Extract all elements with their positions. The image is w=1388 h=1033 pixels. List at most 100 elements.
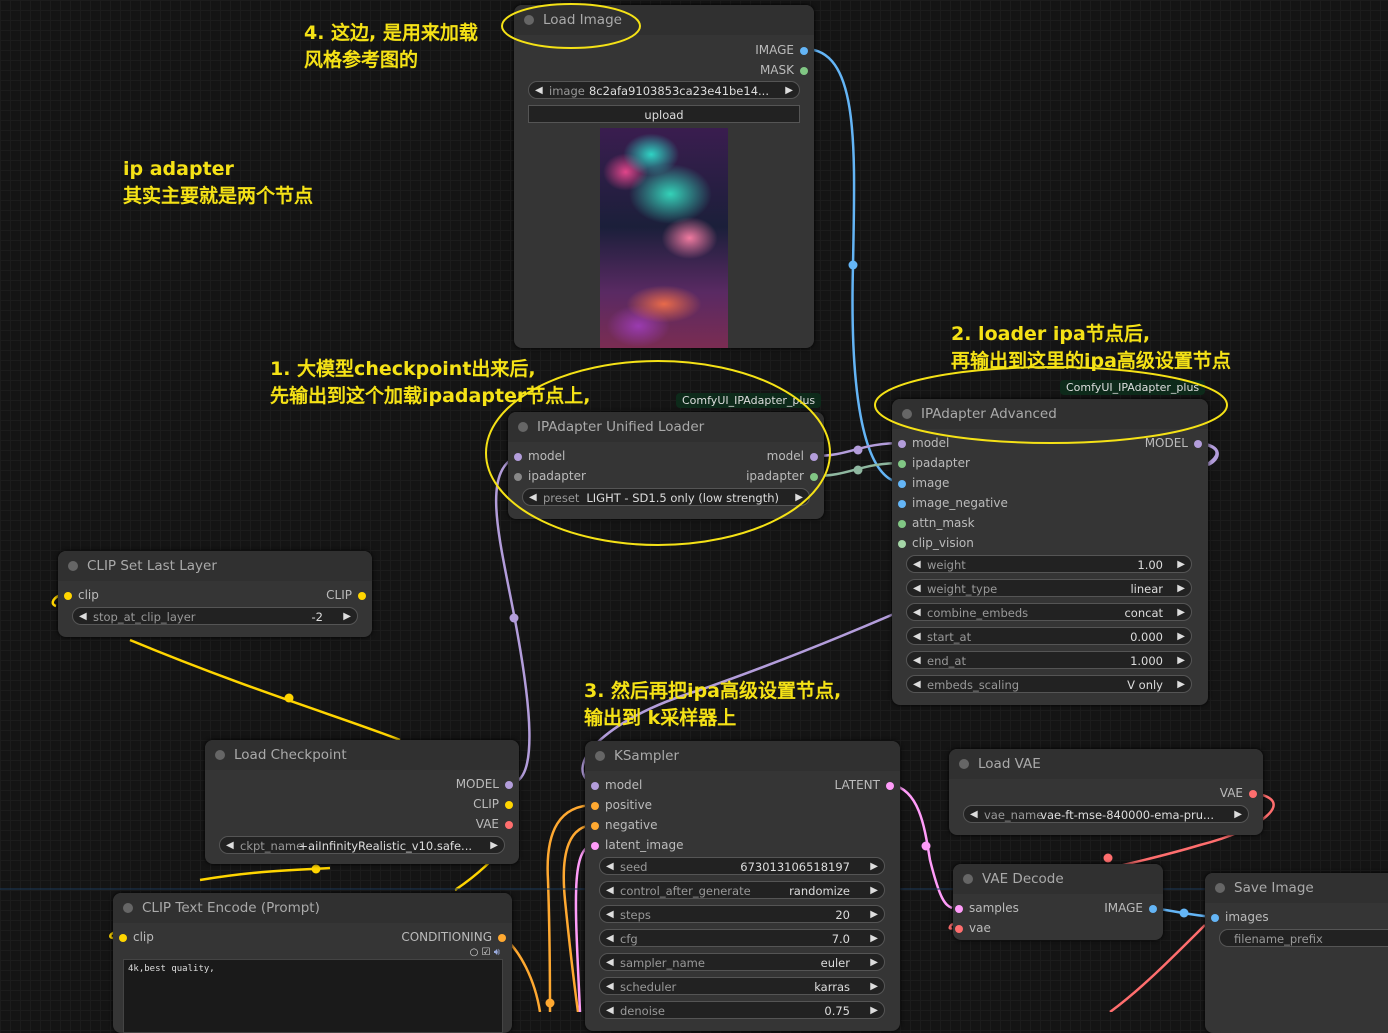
ksampler-node[interactable]: KSampler model positive negative latent_… [585, 741, 900, 1031]
sampler-name-widget[interactable]: ◀ sampler_name euler ▶ [599, 953, 885, 971]
arrow-left-icon[interactable]: ◀ [913, 580, 921, 598]
node-title-bar[interactable]: Load Checkpoint [205, 740, 519, 770]
node-title-bar[interactable]: Save Image [1205, 873, 1388, 903]
pin-dot-icon[interactable] [898, 499, 906, 508]
pin-dot-icon[interactable] [358, 591, 366, 600]
prompt-textarea[interactable]: 4k,best quality, [123, 959, 503, 1033]
node-title-bar[interactable]: Load Image [514, 5, 814, 35]
collapse-dot-icon[interactable] [68, 561, 78, 571]
input-latent-image[interactable]: latent_image [591, 837, 683, 853]
pin-dot-icon[interactable] [810, 452, 818, 461]
pin-dot-icon[interactable] [898, 479, 906, 488]
arrow-right-icon[interactable]: ▶ [870, 930, 878, 948]
output-mask[interactable]: MASK [760, 62, 808, 78]
ipadapter-unified-loader-node[interactable]: IPAdapter Unified Loader model ipadapter… [508, 412, 824, 519]
arrow-left-icon[interactable]: ◀ [529, 489, 537, 507]
arrow-left-icon[interactable]: ◀ [913, 628, 921, 646]
arrow-left-icon[interactable]: ◀ [913, 652, 921, 670]
arrow-left-icon[interactable]: ◀ [913, 604, 921, 622]
arrow-right-icon[interactable]: ▶ [1177, 676, 1185, 694]
arrow-left-icon[interactable]: ◀ [606, 1002, 614, 1020]
pin-dot-icon[interactable] [898, 439, 906, 448]
vae-name-combo[interactable]: ◀ vae_name vae-ft-mse-840000-ema-pru... ▶ [963, 805, 1249, 823]
pin-dot-icon[interactable] [800, 46, 808, 55]
input-clip-vision[interactable]: clip_vision [898, 535, 974, 551]
arrow-right-icon[interactable]: ▶ [870, 882, 878, 900]
pin-dot-icon[interactable] [119, 933, 127, 942]
arrow-left-icon[interactable]: ◀ [606, 906, 614, 924]
pin-dot-icon[interactable] [505, 820, 513, 829]
collapse-dot-icon[interactable] [1215, 883, 1225, 893]
stop-at-clip-layer-widget[interactable]: ◀ stop_at_clip_layer -2 ▶ [72, 607, 358, 625]
output-ipadapter[interactable]: ipadapter [746, 468, 818, 484]
embeds-scaling-widget[interactable]: ◀ embeds_scaling V only ▶ [906, 675, 1192, 693]
node-title-bar[interactable]: VAE Decode [953, 864, 1163, 894]
output-image[interactable]: IMAGE [755, 42, 808, 58]
pin-dot-icon[interactable] [886, 781, 894, 790]
arrow-right-icon[interactable]: ▶ [1177, 652, 1185, 670]
load-checkpoint-node[interactable]: Load Checkpoint MODEL CLIP VAE ◀ ckpt_nam… [205, 740, 519, 864]
input-model[interactable]: model [591, 777, 642, 793]
collapse-dot-icon[interactable] [123, 903, 133, 913]
arrow-left-icon[interactable]: ◀ [606, 882, 614, 900]
node-title-bar[interactable]: IPAdapter Unified Loader [508, 412, 824, 442]
clip-set-last-layer-node[interactable]: CLIP Set Last Layer clip CLIP ◀ stop_at_c… [58, 551, 372, 637]
arrow-right-icon[interactable]: ▶ [343, 608, 351, 626]
pin-dot-icon[interactable] [898, 519, 906, 528]
pin-dot-icon[interactable] [64, 591, 72, 600]
scheduler-widget[interactable]: ◀ scheduler karras ▶ [599, 977, 885, 995]
weight-type-widget[interactable]: ◀ weight_type linear ▶ [906, 579, 1192, 597]
arrow-right-icon[interactable]: ▶ [870, 1002, 878, 1020]
arrow-right-icon[interactable]: ▶ [870, 906, 878, 924]
arrow-left-icon[interactable]: ◀ [913, 556, 921, 574]
arrow-right-icon[interactable]: ▶ [1177, 628, 1185, 646]
arrow-left-icon[interactable]: ◀ [79, 608, 87, 626]
node-title-bar[interactable]: CLIP Text Encode (Prompt) [113, 893, 512, 923]
clip-text-encode-node[interactable]: CLIP Text Encode (Prompt) clip CONDITION… [113, 893, 512, 1033]
combine-embeds-widget[interactable]: ◀ combine_embeds concat ▶ [906, 603, 1192, 621]
output-model[interactable]: MODEL [456, 776, 513, 792]
pin-dot-icon[interactable] [1149, 904, 1157, 913]
arrow-right-icon[interactable]: ▶ [1177, 604, 1185, 622]
pin-dot-icon[interactable] [591, 821, 599, 830]
output-model[interactable]: model [767, 448, 818, 464]
pin-dot-icon[interactable] [955, 924, 963, 933]
input-image-negative[interactable]: image_negative [898, 495, 1008, 511]
control-after-generate-widget[interactable]: ◀ control_after_generate randomize ▶ [599, 881, 885, 899]
upload-button[interactable]: upload [528, 105, 800, 123]
pin-dot-icon[interactable] [800, 66, 808, 75]
input-positive[interactable]: positive [591, 797, 652, 813]
input-negative[interactable]: negative [591, 817, 657, 833]
node-title-bar[interactable]: KSampler [585, 741, 900, 771]
arrow-right-icon[interactable]: ▶ [1177, 580, 1185, 598]
collapse-dot-icon[interactable] [595, 751, 605, 761]
arrow-left-icon[interactable]: ◀ [226, 837, 234, 855]
image-combo[interactable]: ◀ image 8c2afa9103853ca23e41be14... ▶ [528, 81, 800, 99]
speaker-icon[interactable]: 🔊︎ [494, 947, 500, 958]
pin-dot-icon[interactable] [898, 539, 906, 548]
arrow-right-icon[interactable]: ▶ [490, 837, 498, 855]
circle-icon[interactable]: ○ [470, 947, 479, 958]
arrow-right-icon[interactable]: ▶ [1177, 556, 1185, 574]
pin-dot-icon[interactable] [1249, 789, 1257, 798]
output-image[interactable]: IMAGE [1104, 900, 1157, 916]
arrow-left-icon[interactable]: ◀ [606, 930, 614, 948]
checkbox-icon[interactable]: ☑ [482, 947, 491, 958]
input-image[interactable]: image [898, 475, 949, 491]
pin-dot-icon[interactable] [591, 801, 599, 810]
weight-widget[interactable]: ◀ weight 1.00 ▶ [906, 555, 1192, 573]
pin-dot-icon[interactable] [898, 459, 906, 468]
node-title-bar[interactable]: CLIP Set Last Layer [58, 551, 372, 581]
ipadapter-advanced-node[interactable]: IPAdapter Advanced model ipadapter image… [892, 399, 1208, 705]
input-model[interactable]: model [898, 435, 949, 451]
arrow-left-icon[interactable]: ◀ [606, 858, 614, 876]
pin-dot-icon[interactable] [1194, 439, 1202, 448]
pin-dot-icon[interactable] [514, 472, 522, 481]
input-ipadapter[interactable]: ipadapter [898, 455, 970, 471]
arrow-right-icon[interactable]: ▶ [785, 82, 793, 100]
vae-decode-node[interactable]: VAE Decode samples vae IMAGE [953, 864, 1163, 940]
input-model[interactable]: model [514, 448, 565, 464]
end-at-widget[interactable]: ◀ end_at 1.000 ▶ [906, 651, 1192, 669]
output-vae[interactable]: VAE [1220, 785, 1257, 801]
input-clip[interactable]: clip [64, 587, 99, 603]
